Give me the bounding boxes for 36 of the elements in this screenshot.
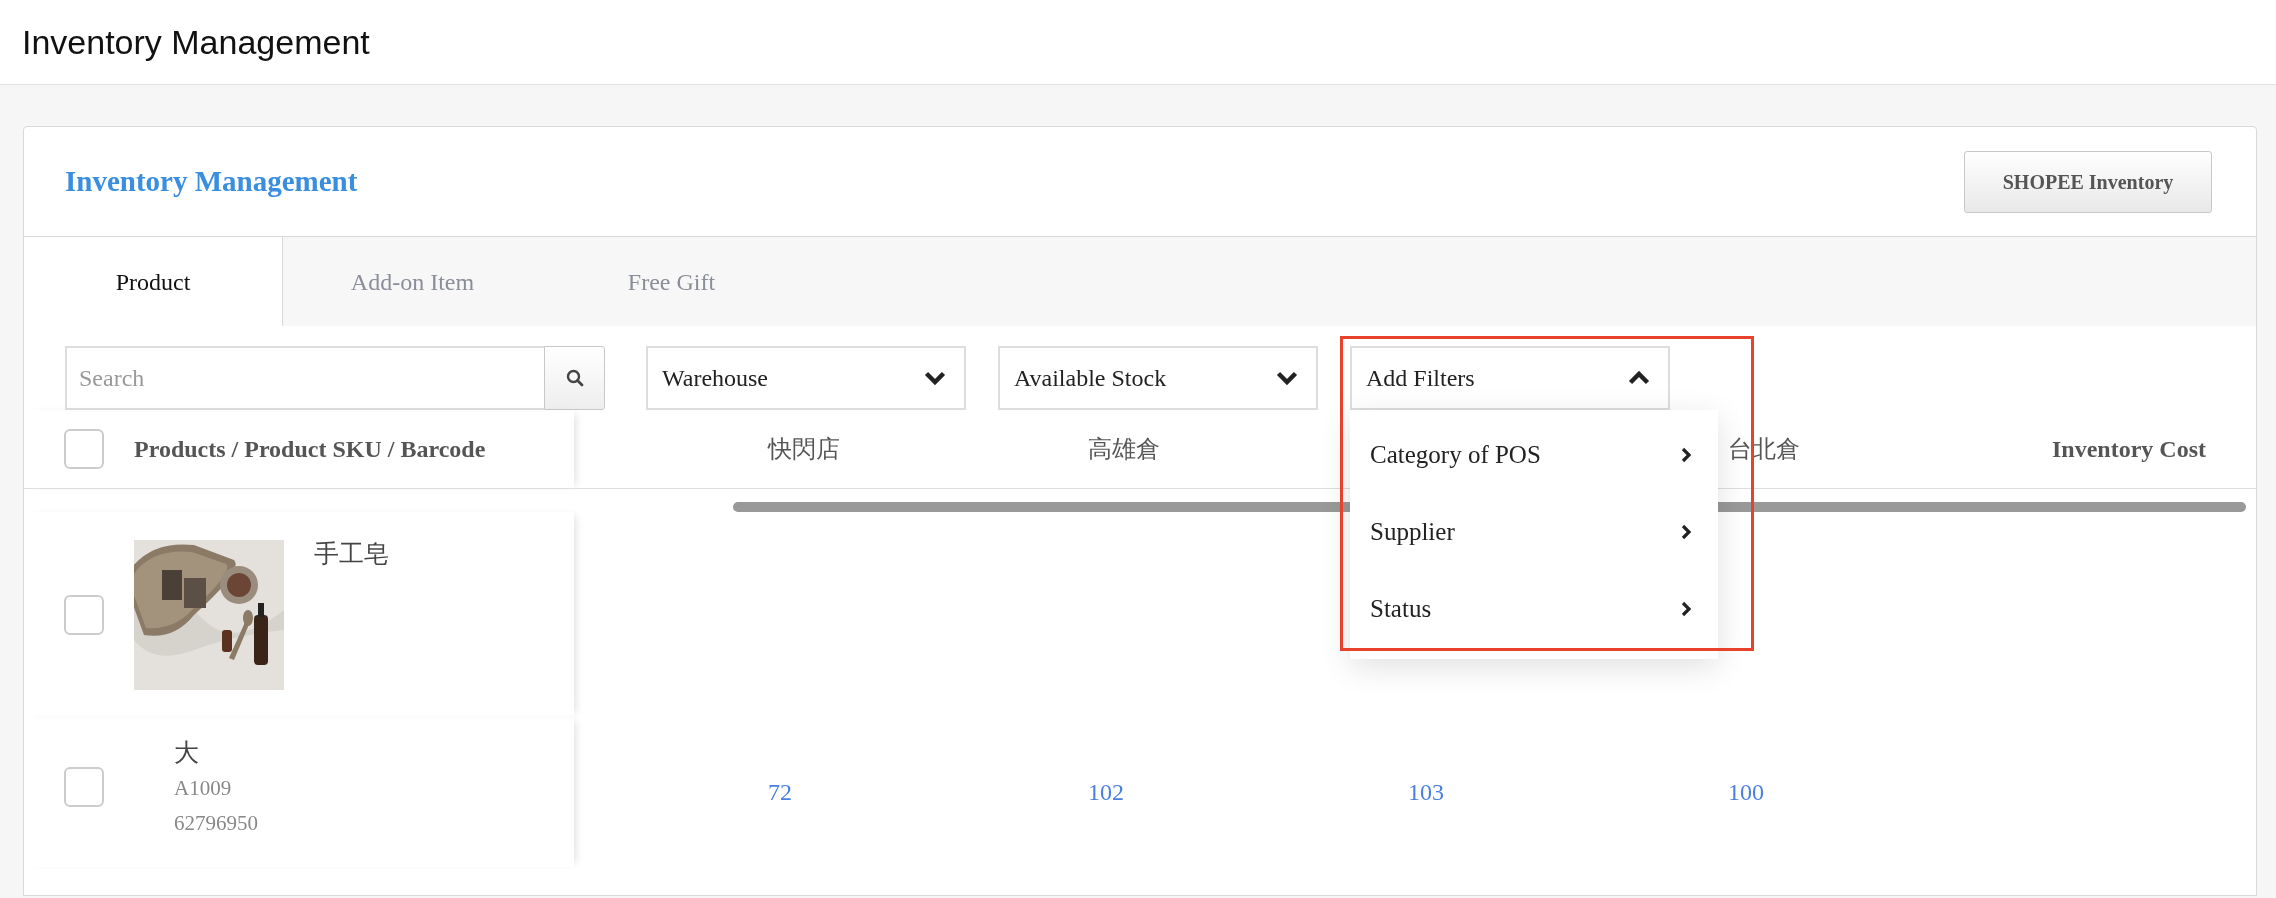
checkbox[interactable] [64, 767, 104, 807]
page-title: Inventory Management [22, 21, 370, 63]
sku-text: A1009 [174, 775, 233, 803]
chevron-up-icon [1628, 371, 1650, 385]
search-button[interactable] [544, 346, 605, 410]
column-header: Products / Product SKU / Barcode [134, 435, 486, 464]
checkbox[interactable] [64, 594, 104, 635]
column-header: 高雄倉 [1088, 435, 1160, 464]
stock-link[interactable]: 102 [1088, 774, 1124, 810]
search-field[interactable]: Search [65, 346, 544, 410]
checkbox[interactable] [64, 429, 104, 469]
column-header: Inventory Cost [2052, 435, 2206, 464]
menu-item[interactable]: Supplier [1350, 493, 1718, 570]
filter-dropdown[interactable]: Add Filters [1350, 346, 1670, 410]
menu-item[interactable]: Status [1350, 570, 1718, 647]
filter-dropdown[interactable]: Warehouse [646, 346, 966, 410]
variant-name: 大 [174, 737, 200, 768]
column-header: 台北倉 [1728, 435, 1800, 464]
column-header: 快閃店 [768, 435, 840, 464]
stock-link[interactable]: 100 [1728, 774, 1764, 810]
chevron-down-icon [924, 371, 946, 385]
chevron-right-icon [1681, 523, 1692, 540]
chevron-down-icon [1276, 371, 1298, 385]
card-title: Inventory Management [65, 163, 358, 199]
menu-item[interactable]: Category of POS [1350, 416, 1718, 493]
stock-link[interactable]: 103 [1408, 774, 1444, 810]
shopee-inventory-button[interactable]: SHOPEE Inventory [1964, 150, 2212, 213]
stock-link[interactable]: 72 [768, 774, 792, 810]
product-name: 手工皂 [314, 539, 389, 569]
chevron-right-icon [1681, 600, 1692, 617]
barcode-text: 62796950 [174, 809, 258, 837]
filter-dropdown[interactable]: Available Stock [998, 346, 1318, 410]
search-icon [565, 369, 584, 387]
tab[interactable]: Product [24, 237, 283, 326]
chevron-right-icon [1681, 446, 1692, 463]
scrollbar[interactable] [733, 502, 2246, 512]
